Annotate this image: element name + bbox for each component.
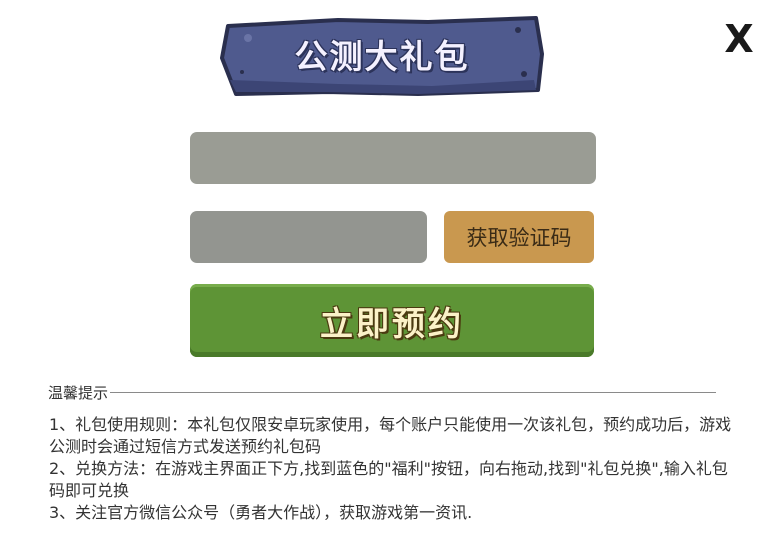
phone-input[interactable]: [190, 132, 596, 184]
reserve-button[interactable]: 立即预约: [190, 284, 594, 357]
divider: [110, 391, 716, 393]
tips-list: 1、礼包使用规则：本礼包仅限安卓玩家使用，每个账户只能使用一次该礼包，预约成功后…: [49, 414, 739, 524]
tips-header: 温馨提示: [48, 381, 716, 403]
verification-code-input[interactable]: [190, 211, 427, 263]
page-title: 公测大礼包: [294, 37, 470, 76]
close-button[interactable]: X: [718, 16, 760, 62]
tips-title: 温馨提示: [48, 383, 109, 402]
tip-item: 3、关注官方微信公众号（勇者大作战），获取游戏第一资讯.: [49, 503, 473, 522]
get-code-button[interactable]: 获取验证码: [444, 211, 594, 263]
tip-item: 1、礼包使用规则：本礼包仅限安卓玩家使用，每个账户只能使用一次该礼包，预约成功后…: [49, 415, 732, 456]
reserve-button-label: 立即预约: [320, 303, 464, 343]
title-banner: 公测大礼包: [218, 14, 546, 98]
tip-item: 2、兑换方法：在游戏主界面正下方,找到蓝色的"福利"按钮，向右拖动,找到"礼包兑…: [49, 459, 728, 500]
